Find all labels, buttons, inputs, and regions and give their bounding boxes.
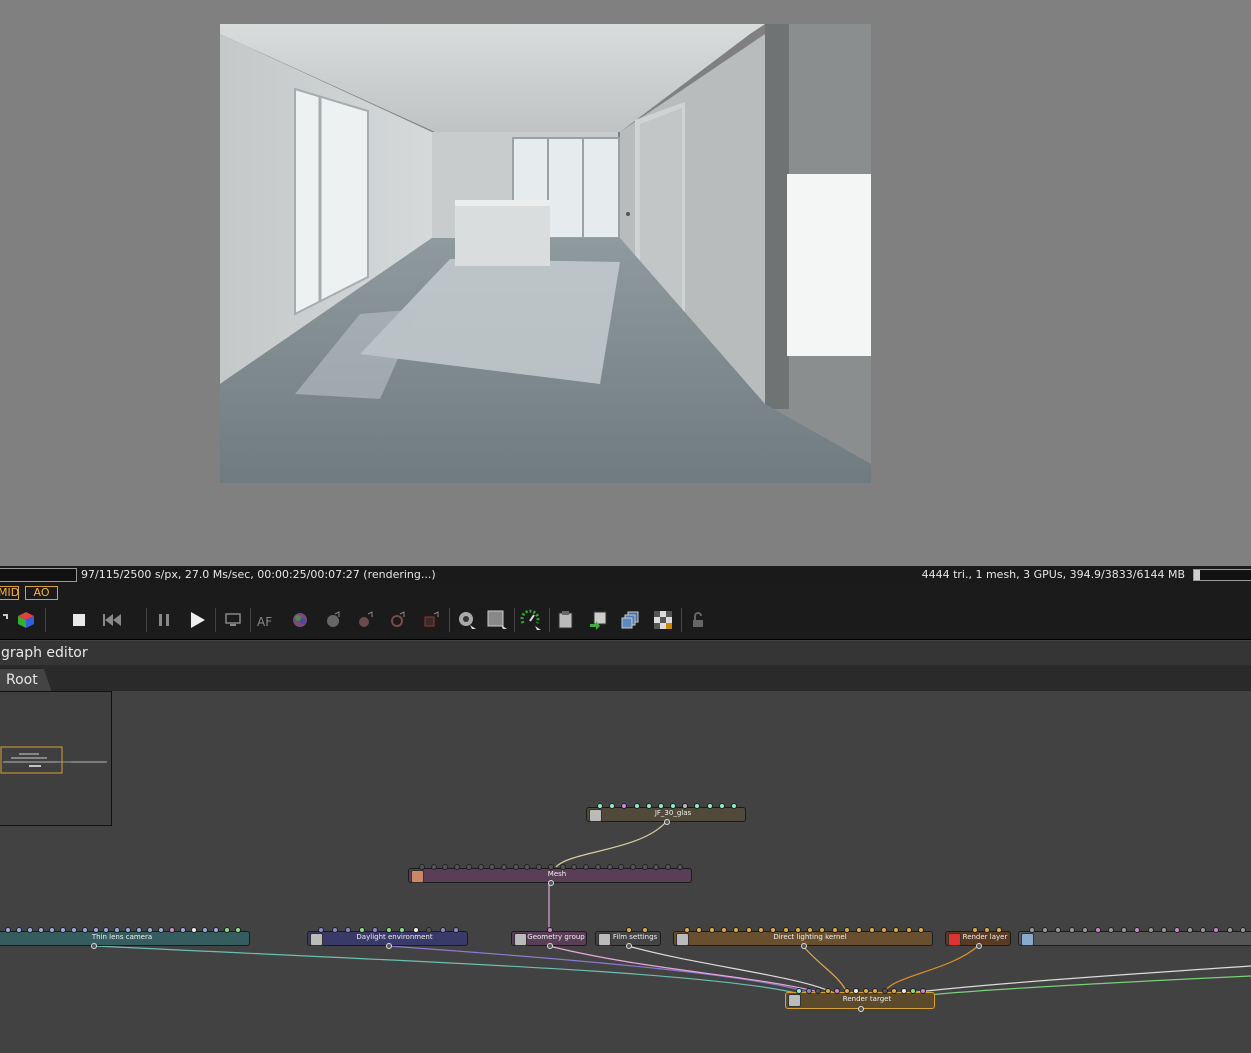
scene-stats-text: 4444 tri., 1 mesh, 3 GPUs, 394.9/3833/61… bbox=[921, 568, 1185, 581]
node-label: Render target bbox=[842, 995, 892, 1003]
imager-node-icon bbox=[1021, 933, 1034, 946]
clipboard-icon[interactable] bbox=[555, 609, 577, 631]
material-picker-icon[interactable] bbox=[322, 609, 344, 631]
pause-icon[interactable] bbox=[153, 609, 175, 631]
play-icon[interactable] bbox=[186, 609, 208, 631]
checker-icon[interactable] bbox=[652, 609, 674, 631]
render-progress-bar bbox=[0, 568, 77, 582]
render-viewport[interactable] bbox=[0, 0, 1251, 566]
node-imager[interactable] bbox=[1018, 927, 1251, 946]
gauge-icon[interactable] bbox=[520, 609, 542, 631]
camera-settings-icon[interactable] bbox=[456, 609, 478, 631]
node-direct-lighting-kernel[interactable]: Direct lighting kernel bbox=[673, 927, 933, 949]
render-status-text: 97/115/2500 s/px, 27.0 Ms/sec, 00:00:25/… bbox=[81, 568, 436, 581]
node-label: Thin lens camera bbox=[91, 933, 153, 941]
region-icon[interactable] bbox=[420, 609, 442, 631]
node-label: Daylight environment bbox=[356, 933, 433, 941]
white-balance-icon[interactable] bbox=[387, 609, 409, 631]
pass-mid-button[interactable]: MID bbox=[0, 586, 19, 600]
display-icon[interactable] bbox=[222, 609, 244, 631]
graph-editor-header: graph editor bbox=[0, 640, 1251, 666]
node-label: Render layer bbox=[962, 933, 1008, 941]
node-label: Geometry group bbox=[527, 933, 585, 941]
render-toolbar: AF bbox=[0, 604, 1251, 636]
pass-ao-button[interactable]: AO bbox=[25, 586, 58, 600]
node-render-layer[interactable]: Render layer bbox=[945, 927, 1011, 949]
node-label: Direct lighting kernel bbox=[773, 933, 847, 941]
export-icon[interactable] bbox=[587, 609, 609, 631]
gpu-memory-fill bbox=[1194, 570, 1200, 580]
node-label: Mesh bbox=[547, 870, 567, 878]
node-render-target[interactable]: Render target bbox=[785, 988, 935, 1012]
graph-canvas[interactable]: JF_30_glas Mesh Thin lens camera Dayligh… bbox=[0, 691, 1251, 1053]
node-geometry-file[interactable]: JF_30_glas bbox=[586, 803, 746, 825]
node-film-settings[interactable]: Film settings bbox=[595, 927, 661, 949]
scene-icon[interactable] bbox=[0, 609, 12, 631]
af-label: AF bbox=[257, 615, 272, 628]
graph-tab-bar: Root bbox=[0, 665, 1251, 692]
stop-icon[interactable] bbox=[68, 609, 90, 631]
af-icon[interactable]: AF bbox=[256, 609, 278, 631]
node-label: Film settings bbox=[612, 933, 658, 941]
node-thin-lens-camera[interactable]: Thin lens camera bbox=[0, 927, 250, 949]
node-mesh[interactable]: Mesh bbox=[408, 864, 692, 886]
node-geometry-group[interactable]: Geometry group bbox=[511, 927, 587, 949]
tab-root-label: Root bbox=[6, 672, 38, 688]
restart-icon[interactable] bbox=[101, 609, 123, 631]
lock-icon[interactable] bbox=[688, 609, 710, 631]
status-bar: 97/115/2500 s/px, 27.0 Ms/sec, 00:00:25/… bbox=[0, 566, 1251, 584]
render-image[interactable] bbox=[220, 24, 871, 483]
gpu-memory-meter bbox=[1193, 569, 1251, 581]
layers-icon[interactable] bbox=[619, 609, 641, 631]
color-picker-icon[interactable] bbox=[289, 609, 311, 631]
node-label: JF_30_glas bbox=[654, 809, 692, 817]
graph-editor-title: graph editor bbox=[1, 645, 88, 661]
focus-picker-icon[interactable] bbox=[355, 609, 377, 631]
tab-root[interactable]: Root bbox=[0, 668, 52, 692]
render-toolbar-area: MID AO AF bbox=[0, 584, 1251, 640]
denoise-icon[interactable] bbox=[486, 609, 508, 631]
cube-icon[interactable] bbox=[15, 609, 37, 631]
node-daylight-environment[interactable]: Daylight environment bbox=[307, 927, 468, 949]
graph-minimap[interactable] bbox=[0, 691, 112, 826]
